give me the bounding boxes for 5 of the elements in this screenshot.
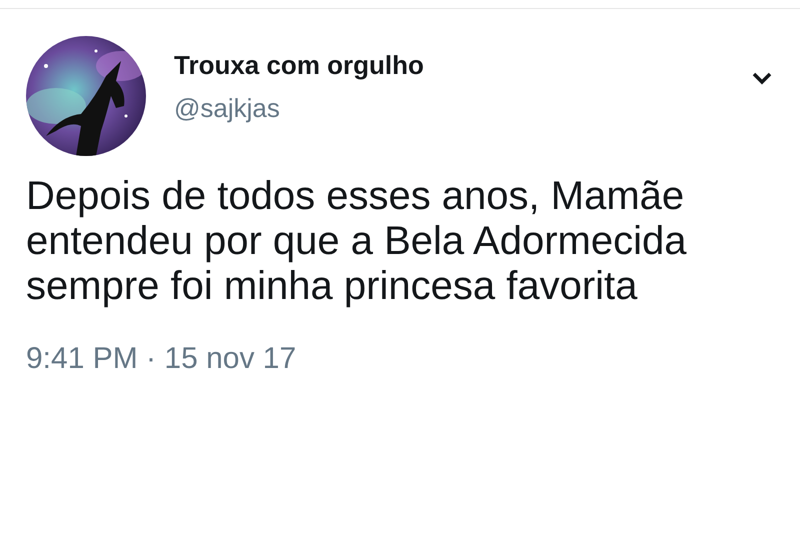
timestamp: 9:41 PM · 15 nov 17 (26, 342, 298, 376)
chevron-down-icon[interactable] (752, 72, 772, 85)
tweet-text: Depois de todos esses anos, Mamãe entendeu por que a Bela Adormecida sempre foi minha princesa favorita (26, 174, 688, 309)
author-name: Trouxa com orgulho (174, 50, 425, 81)
author-handle: @sajkjas (174, 93, 281, 124)
